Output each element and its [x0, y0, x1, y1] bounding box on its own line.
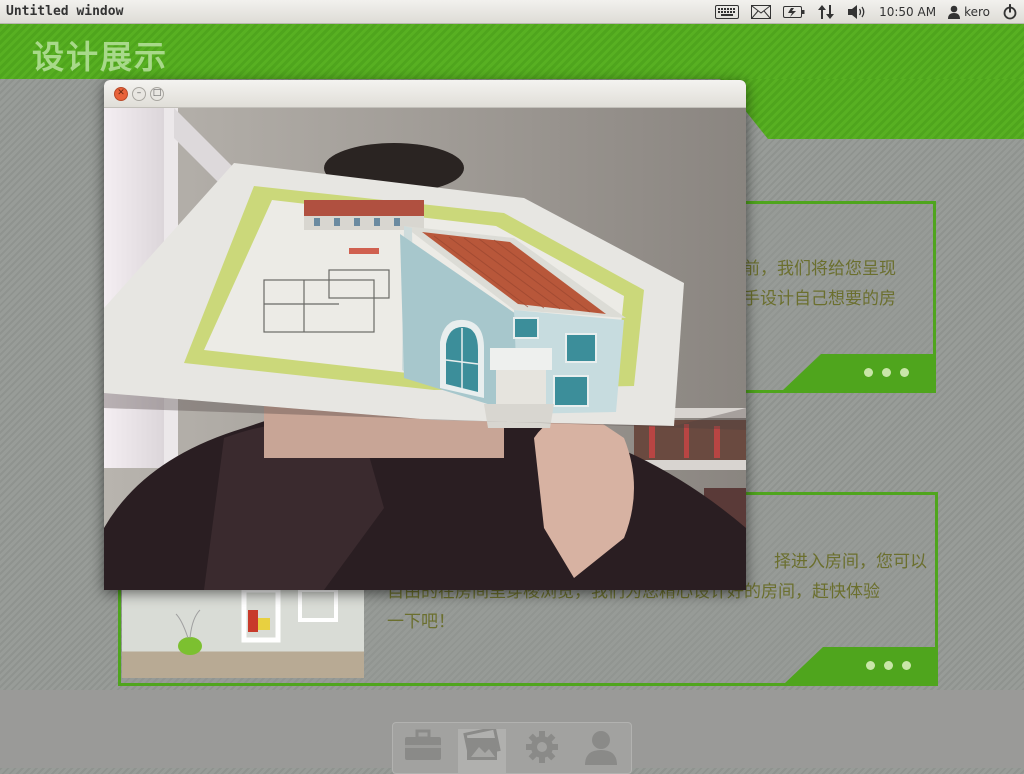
minimize-button[interactable]: –	[132, 86, 146, 101]
card-description: 前，我们将给您呈现 手设计自己想要的房	[743, 254, 933, 314]
network-icon[interactable]	[811, 0, 841, 24]
more-button[interactable]	[783, 354, 933, 390]
dot-icon	[900, 367, 909, 377]
maximize-button[interactable]: □	[150, 86, 164, 101]
dock-item-briefcase[interactable]	[399, 729, 447, 773]
dock	[392, 722, 632, 774]
card-text-line: 手设计自己想要的房	[743, 289, 896, 309]
close-button[interactable]: ✕	[114, 86, 128, 101]
window-titlebar[interactable]: ✕ – □	[104, 80, 746, 108]
indicator-area: 10:50 AM kero	[709, 0, 1024, 24]
mail-icon[interactable]	[745, 0, 777, 24]
dock-item-profile[interactable]	[577, 729, 625, 773]
gallery-icon	[463, 729, 501, 760]
active-window-title: Untitled window	[6, 4, 124, 19]
header-tab-decoration	[720, 79, 1024, 139]
user-icon	[948, 5, 961, 19]
dot-icon	[864, 367, 873, 377]
dot-icon	[882, 367, 891, 377]
card-text-line: 一下吧！	[387, 612, 455, 632]
dock-item-gallery[interactable]	[458, 729, 507, 773]
username: kero	[964, 4, 990, 19]
dot-icon	[902, 660, 911, 670]
clock[interactable]: 10:50 AM	[873, 0, 942, 24]
volume-icon[interactable]	[841, 0, 873, 24]
dock-item-settings[interactable]	[518, 729, 566, 773]
top-panel: Untitled window 10:50 AM kero	[0, 0, 1024, 24]
keyboard-icon[interactable]	[709, 0, 745, 24]
gear-icon	[525, 731, 558, 763]
battery-icon[interactable]	[777, 0, 811, 24]
person-icon	[585, 731, 618, 765]
dot-icon	[866, 660, 875, 670]
app-header: 设计展示	[0, 24, 1024, 79]
dot-icon	[884, 660, 893, 670]
power-icon[interactable]	[996, 0, 1024, 24]
briefcase-icon	[404, 729, 441, 760]
room-thumbnail[interactable]	[122, 590, 364, 678]
card-text-line: 前，我们将给您呈现	[743, 259, 896, 279]
camera-feed	[104, 108, 746, 590]
user-menu[interactable]: kero	[942, 0, 996, 24]
camera-window[interactable]: ✕ – □	[104, 80, 746, 590]
more-button[interactable]	[785, 647, 935, 683]
page-title: 设计展示	[32, 38, 169, 76]
